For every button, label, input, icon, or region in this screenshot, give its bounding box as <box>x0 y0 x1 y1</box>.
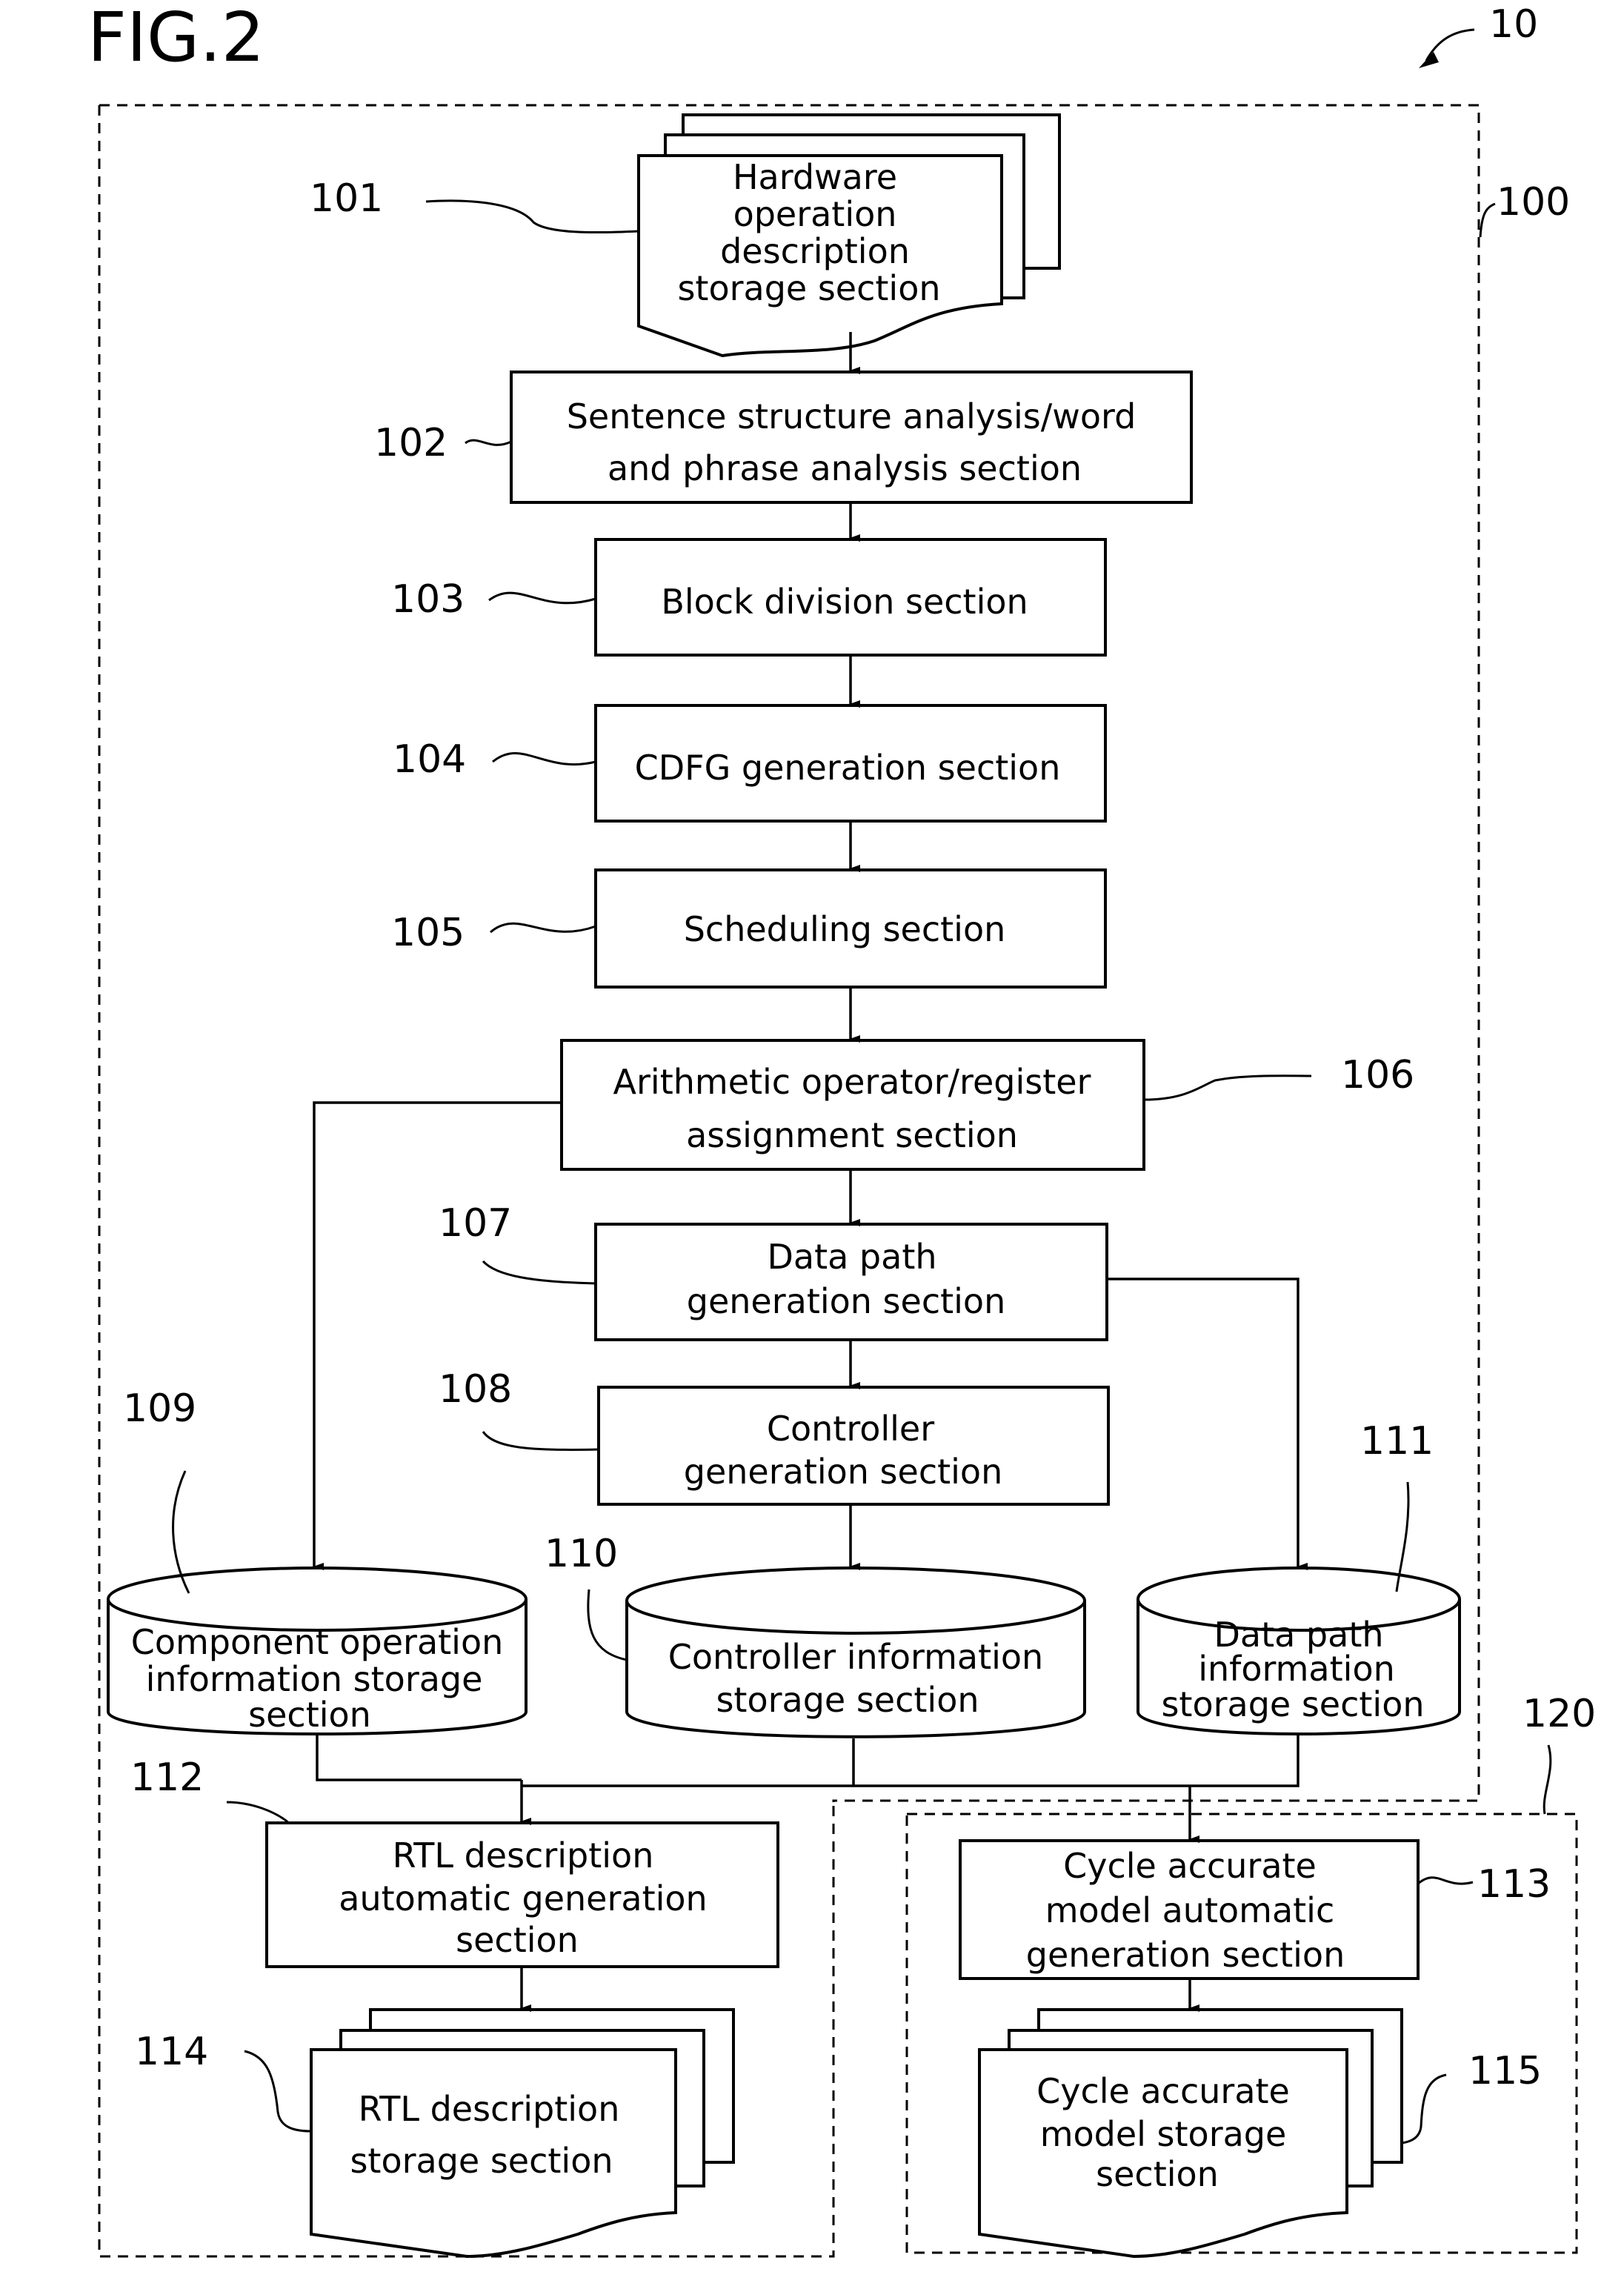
leader-113 <box>1417 1876 1474 1885</box>
node-109-line: Component operation <box>131 1622 504 1662</box>
leader-115 <box>1401 2073 1447 2145</box>
edge-111-merge <box>522 1735 1299 1787</box>
ref-110: 110 <box>545 1532 618 1576</box>
leader-105 <box>490 922 596 934</box>
ref-106: 106 <box>1341 1053 1414 1097</box>
node-108-line: Controller <box>767 1409 934 1449</box>
leader-112 <box>226 1801 290 1824</box>
node-104-line: CDFG generation section <box>635 748 1061 788</box>
node-113-line: generation section <box>1026 1935 1345 1975</box>
node-110-database: Controller information storage section <box>625 1567 1086 1738</box>
node-102-line: Sentence structure analysis/word <box>567 396 1137 436</box>
node-115-line: Cycle accurate <box>1036 2071 1290 2111</box>
leader-102 <box>465 439 512 446</box>
node-109-line: information storage <box>146 1659 483 1699</box>
node-101-line: storage section <box>677 268 940 308</box>
node-103-line: Block division section <box>661 582 1028 622</box>
node-112-line: section <box>456 1920 579 1960</box>
leader-106 <box>1143 1074 1312 1101</box>
ref-102: 102 <box>374 421 447 465</box>
node-112-line: RTL description <box>393 1835 654 1876</box>
node-108-line: generation section <box>684 1452 1002 1492</box>
ref-104: 104 <box>393 737 466 782</box>
node-115-line: section <box>1096 2154 1219 2194</box>
edge-109-merge <box>316 1735 522 1781</box>
ref-111: 111 <box>1360 1419 1434 1464</box>
region-120-ref: 120 <box>1522 1692 1596 1736</box>
leader-110 <box>587 1589 628 1661</box>
ref-107: 107 <box>439 1201 512 1246</box>
ref-103: 103 <box>391 577 465 622</box>
node-105-line: Scheduling section <box>684 909 1006 949</box>
edge-106-109 <box>313 1101 562 1570</box>
block-diagram: FIG.2 10 100 120 Hardware operation desc… <box>87 0 1596 2259</box>
node-114-document-stack: RTL description storage section <box>310 2008 735 2259</box>
node-102-line: and phrase analysis section <box>608 448 1082 488</box>
ref-108: 108 <box>439 1367 512 1412</box>
node-101-line: description <box>720 231 910 271</box>
node-113-line: Cycle accurate <box>1063 1846 1317 1886</box>
node-111-line: information <box>1198 1649 1395 1689</box>
ref-112: 112 <box>130 1755 204 1800</box>
figure-title: FIG.2 <box>87 0 264 77</box>
leader-103 <box>488 591 596 605</box>
node-115-document-stack: Cycle accurate model storage section <box>978 2008 1403 2259</box>
ref-101: 101 <box>310 176 383 221</box>
node-111-database: Data path information storage section <box>1137 1567 1461 1735</box>
node-111-line: storage section <box>1161 1684 1424 1724</box>
region-120-leader <box>1543 1744 1552 1815</box>
node-112-line: automatic generation <box>339 1878 707 1918</box>
region-100-ref: 100 <box>1497 180 1570 225</box>
leader-107 <box>482 1260 596 1285</box>
node-113-line: model automatic <box>1045 1890 1334 1930</box>
node-101-document-stack: Hardware operation description storage s… <box>637 113 1061 358</box>
node-110-line: storage section <box>716 1680 979 1720</box>
node-106-line: Arithmetic operator/register <box>613 1062 1091 1102</box>
system-ref-label: 10 <box>1489 2 1538 47</box>
leader-108 <box>482 1431 599 1452</box>
node-114-line: RTL description <box>359 2089 620 2129</box>
ref-114: 114 <box>135 2030 208 2074</box>
edge-107-111 <box>1107 1278 1308 1570</box>
leader-114 <box>244 2050 312 2133</box>
ref-109: 109 <box>123 1386 196 1431</box>
node-109-line: section <box>248 1695 371 1735</box>
system-ref-arrow-icon <box>1419 52 1439 68</box>
leader-101 <box>425 199 639 234</box>
node-106-line: assignment section <box>686 1115 1018 1155</box>
node-107-line: generation section <box>687 1281 1005 1321</box>
node-114-line: storage section <box>350 2141 613 2181</box>
node-115-line: model storage <box>1040 2114 1287 2154</box>
ref-105: 105 <box>391 911 465 955</box>
node-107-line: Data path <box>767 1237 936 1277</box>
node-110-line: Controller information <box>668 1637 1043 1677</box>
node-101-line: operation <box>733 194 897 234</box>
ref-115: 115 <box>1468 2049 1542 2093</box>
region-100-leader <box>1479 202 1496 238</box>
ref-113: 113 <box>1477 1862 1551 1907</box>
node-101-line: Hardware <box>733 157 897 197</box>
leader-104 <box>492 752 596 766</box>
node-109-database: Component operation information storage … <box>107 1567 528 1735</box>
